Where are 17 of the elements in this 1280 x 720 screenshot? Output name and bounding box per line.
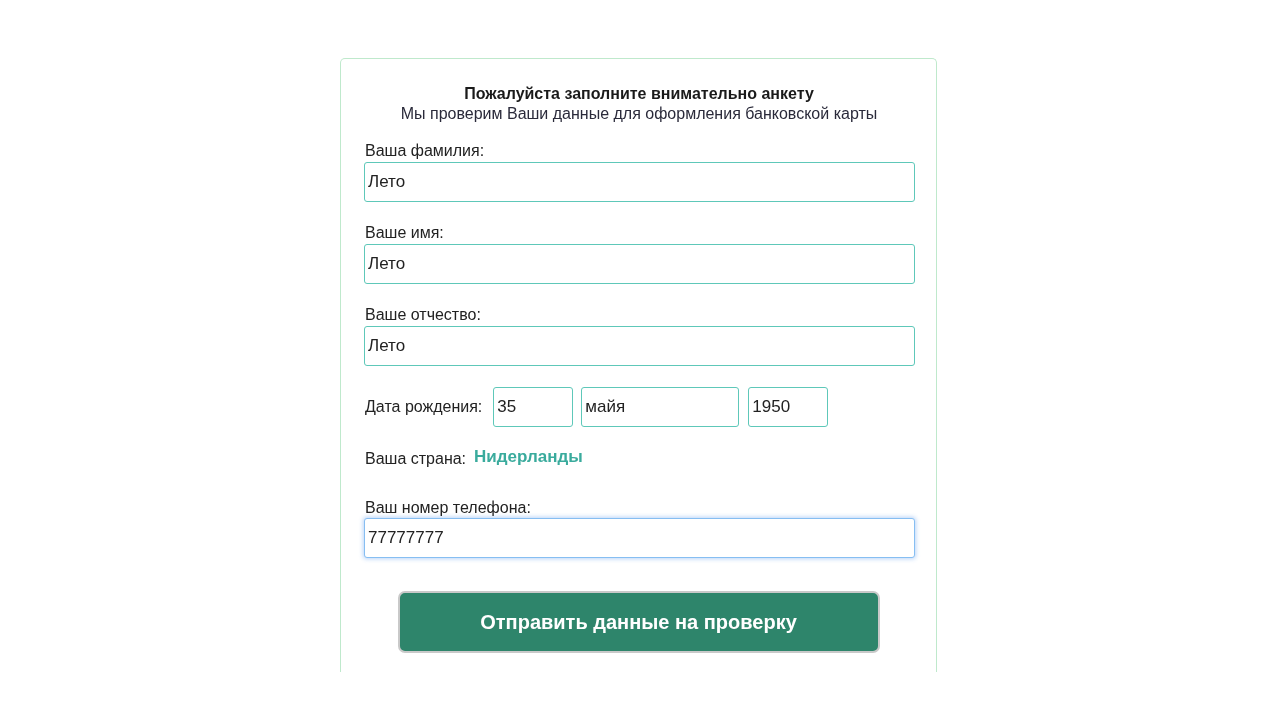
field-label: Ваша фамилия: bbox=[364, 141, 486, 161]
phone-label: Ваш номер телефона: bbox=[364, 499, 532, 517]
submit-button[interactable]: Отправить данные на проверку bbox=[397, 591, 880, 653]
phone-field[interactable]: 77777777 bbox=[364, 518, 915, 558]
year-field[interactable]: 1950 bbox=[748, 387, 829, 427]
form-subtitle: Мы проверим Ваши данные для оформления банковской карты bbox=[399, 104, 879, 124]
text-field[interactable]: Лето bbox=[364, 326, 915, 366]
country-value: Нидерланды bbox=[474, 447, 583, 467]
birth-date-label: Дата рождения: bbox=[364, 397, 483, 417]
field-label: Ваше имя: bbox=[364, 223, 445, 243]
text-field[interactable]: Лето bbox=[364, 162, 915, 202]
country-label: Ваша страна: bbox=[364, 450, 467, 468]
form-title: Пожалуйста заполните внимательно анкету bbox=[463, 84, 815, 104]
text-field[interactable]: Лето bbox=[364, 244, 915, 284]
field-label: Ваше отчество: bbox=[364, 305, 482, 325]
day-field[interactable]: 35 bbox=[493, 387, 574, 427]
month-field[interactable]: майя bbox=[581, 387, 740, 427]
